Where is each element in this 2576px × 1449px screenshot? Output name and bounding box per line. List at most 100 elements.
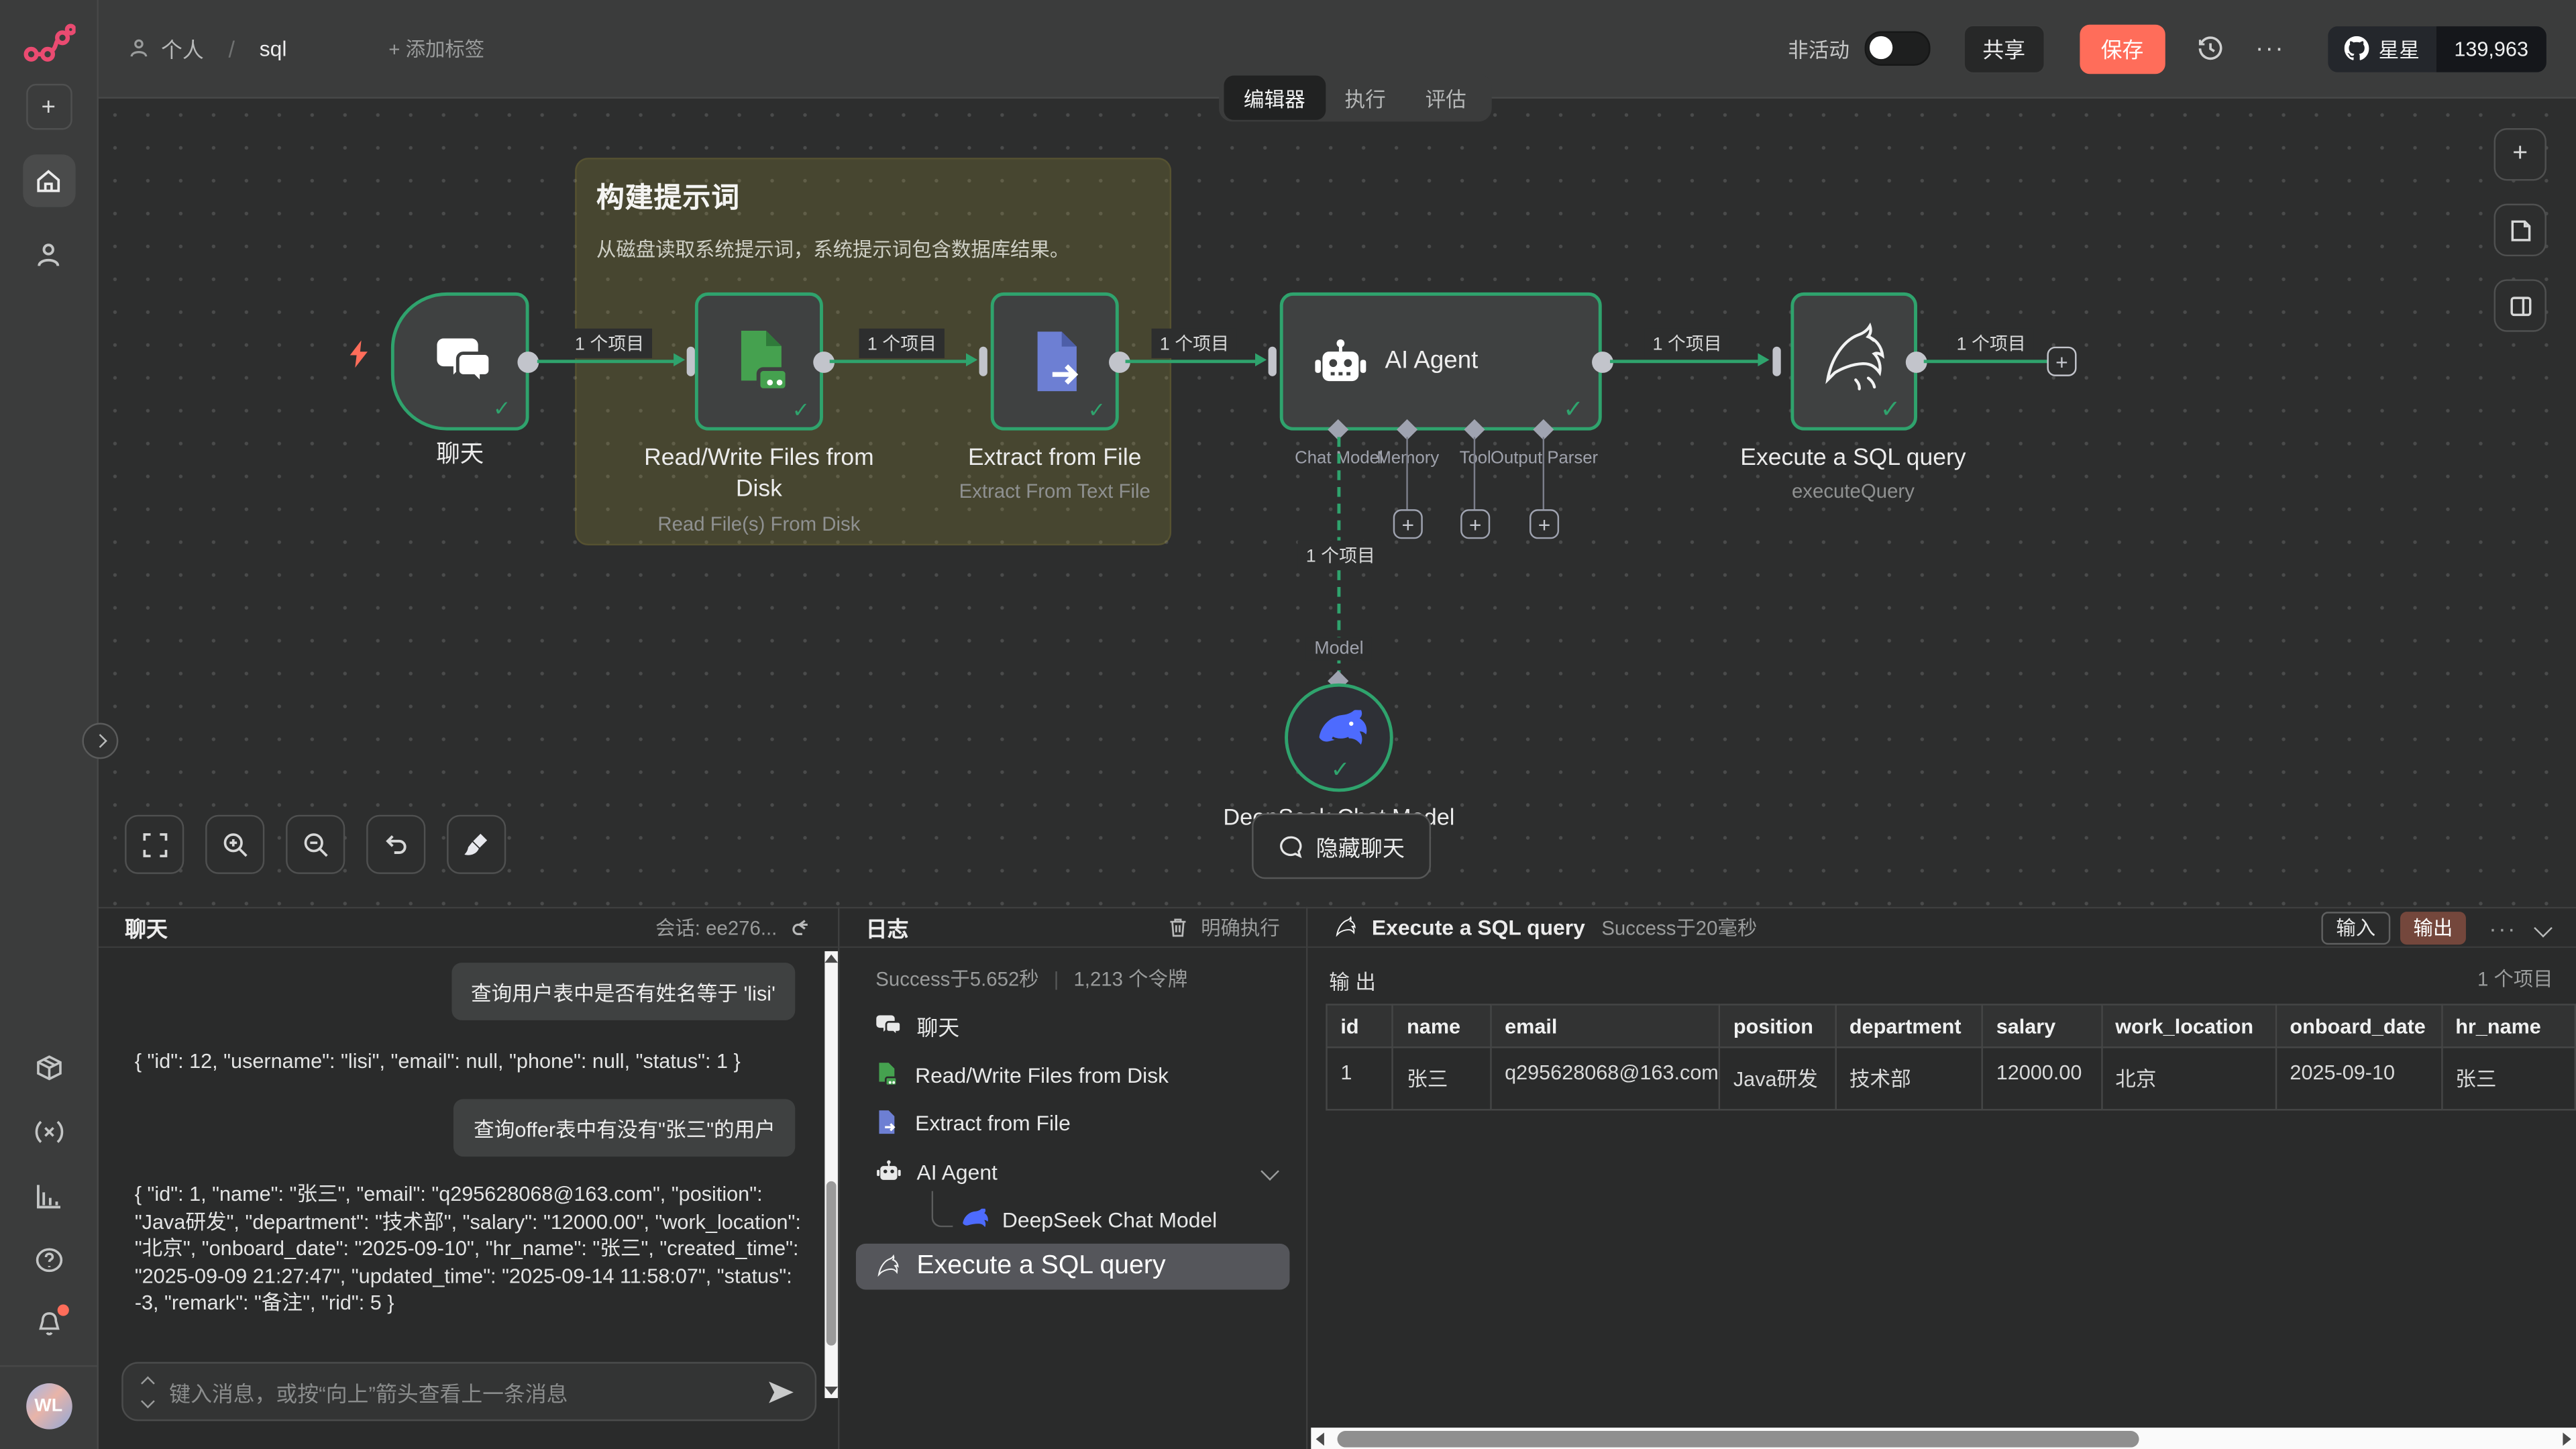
tidy-up-button[interactable] — [447, 815, 506, 874]
tab-executions[interactable]: 执行 — [1325, 76, 1405, 120]
collapse-panel-chevron[interactable] — [2534, 918, 2553, 937]
sidebar-add-workflow-button[interactable]: + — [25, 84, 72, 130]
scroll-right-arrow[interactable] — [2563, 1433, 2571, 1446]
input-view-button[interactable]: 输入 — [2321, 911, 2390, 944]
connection-line[interactable] — [1126, 360, 1260, 363]
scroll-down-arrow[interactable] — [824, 1387, 838, 1395]
connection-line[interactable] — [1924, 360, 2049, 363]
col-header[interactable]: onboard_date — [2276, 1005, 2442, 1048]
scrollbar-thumb[interactable] — [1337, 1430, 2139, 1446]
node-chat-trigger[interactable]: ✓ — [391, 292, 529, 431]
col-header[interactable]: hr_name — [2441, 1005, 2575, 1048]
col-header[interactable]: work_location — [2101, 1005, 2275, 1048]
share-button[interactable]: 共享 — [1963, 24, 2045, 73]
col-header[interactable]: department — [1835, 1005, 1982, 1048]
col-header[interactable]: salary — [1982, 1005, 2102, 1048]
sidebar-item-personal[interactable] — [34, 241, 62, 270]
node-label-readwrite: Read/Write Files fromDisk — [595, 443, 924, 506]
sidebar-item-home[interactable] — [22, 154, 74, 207]
send-icon[interactable] — [767, 1379, 796, 1404]
connection-line[interactable] — [1610, 360, 1763, 363]
reset-session-button[interactable] — [790, 917, 812, 938]
sidebar-item-help[interactable] — [34, 1245, 63, 1275]
cell: 北京 — [2101, 1047, 2275, 1110]
input-connector[interactable] — [687, 347, 695, 376]
add-tool-button[interactable]: + — [1460, 509, 1490, 539]
add-tag-button[interactable]: + 添加标签 — [388, 34, 484, 62]
avatar[interactable]: WL — [25, 1383, 72, 1430]
log-item-deepseek[interactable]: DeepSeek Chat Model — [839, 1196, 1306, 1242]
help-icon — [34, 1245, 63, 1275]
scroll-left-arrow[interactable] — [1316, 1433, 1324, 1446]
zoom-in-button[interactable] — [205, 815, 264, 874]
log-item-agent[interactable]: AI Agent — [839, 1148, 1306, 1195]
collapse-panel-button[interactable] — [82, 723, 118, 759]
tab-editor[interactable]: 编辑器 — [1224, 76, 1325, 120]
output-connector[interactable] — [517, 351, 539, 372]
toggle-panel-button[interactable] — [2494, 279, 2546, 331]
node-readwrite-files[interactable]: ✓ — [695, 292, 823, 431]
col-header[interactable]: email — [1491, 1005, 1719, 1048]
clear-execution-button[interactable]: 明确执行 — [1168, 914, 1280, 942]
sidebar-item-insights[interactable] — [34, 1181, 63, 1211]
log-item-sql-selected[interactable]: Execute a SQL query — [856, 1244, 1290, 1290]
add-memory-button[interactable]: + — [1393, 509, 1423, 539]
input-connector[interactable] — [1269, 347, 1277, 376]
node-title-agent: AI Agent — [1385, 347, 1478, 375]
input-connector[interactable] — [1772, 347, 1780, 376]
log-item-chat[interactable]: 聊天 — [839, 1002, 1306, 1049]
connection-line[interactable] — [537, 360, 679, 363]
breadcrumb-workspace[interactable]: 个人 — [161, 33, 204, 64]
tab-evaluations[interactable]: 评估 — [1405, 76, 1486, 120]
more-options-button[interactable]: ··· — [2489, 914, 2517, 941]
n8n-logo-icon — [22, 23, 74, 66]
output-table[interactable]: id name email position department salary… — [1326, 1004, 2576, 1110]
add-output-parser-button[interactable]: + — [1529, 509, 1559, 539]
more-options-button[interactable]: ··· — [2255, 34, 2285, 62]
sidebar-item-variables[interactable] — [34, 1117, 63, 1146]
active-toggle[interactable] — [1864, 32, 1930, 66]
chevron-down-icon[interactable] — [1260, 1162, 1279, 1181]
scrollbar-thumb[interactable] — [826, 1181, 837, 1346]
log-item-readwrite[interactable]: Read/Write Files from Disk — [839, 1051, 1306, 1097]
hide-chat-label: 隐藏聊天 — [1316, 830, 1405, 863]
col-header[interactable]: name — [1393, 1005, 1491, 1048]
github-star-widget[interactable]: 星星 139,963 — [2328, 25, 2546, 72]
chat-scrollbar[interactable] — [824, 951, 838, 1398]
zoom-out-button[interactable] — [286, 815, 345, 874]
connection-line[interactable] — [830, 360, 971, 363]
workflow-name[interactable]: sql — [260, 36, 287, 61]
add-node-from-output-button[interactable]: + — [2047, 347, 2076, 376]
add-node-button[interactable]: + — [2494, 128, 2546, 180]
sidebar-item-notifications[interactable] — [34, 1309, 63, 1339]
chat-input[interactable]: 键入消息，或按“向上”箭头查看上一条消息 — [121, 1362, 816, 1421]
undo-button[interactable] — [366, 815, 425, 874]
node-extract-from-file[interactable]: ✓ — [991, 292, 1119, 431]
file-disk-icon — [875, 1061, 898, 1087]
add-sticky-button[interactable] — [2494, 204, 2546, 256]
chat-messages[interactable]: 查询用户表中是否有姓名等于 'lisi' { "id": 12, "userna… — [99, 948, 838, 1360]
chat-message-bot: { "id": 1, "name": "张三", "email": "q2956… — [135, 1181, 808, 1317]
node-execute-sql[interactable]: ✓ — [1790, 292, 1917, 431]
sidebar-item-templates[interactable] — [34, 1053, 63, 1083]
output-horizontal-scrollbar[interactable] — [1311, 1428, 2576, 1449]
col-header[interactable]: id — [1327, 1005, 1393, 1048]
history-chevrons[interactable] — [143, 1377, 153, 1405]
active-status-label: 非活动 — [1788, 33, 1849, 64]
hide-chat-button[interactable]: 隐藏聊天 — [1252, 813, 1431, 879]
node-deepseek-model[interactable]: ✓ — [1285, 684, 1393, 792]
col-header[interactable]: position — [1719, 1005, 1835, 1048]
cell: 2025-09-10 — [2276, 1047, 2442, 1110]
history-button[interactable] — [2196, 34, 2224, 62]
output-view-button[interactable]: 输出 — [2400, 911, 2466, 944]
zoom-to-fit-button[interactable] — [125, 815, 184, 874]
success-check-icon: ✓ — [1331, 756, 1350, 784]
save-button[interactable]: 保存 — [2080, 24, 2165, 73]
node-ai-agent[interactable]: AI Agent ✓ — [1280, 292, 1602, 431]
user-icon — [34, 241, 62, 270]
connection-arrow — [1758, 352, 1769, 366]
input-connector[interactable] — [979, 347, 987, 376]
log-item-extract[interactable]: Extract from File — [839, 1099, 1306, 1145]
table-row[interactable]: 1 张三 q295628068@163.com Java研发 技术部 12000… — [1327, 1047, 2575, 1110]
scroll-up-arrow[interactable] — [824, 955, 838, 963]
